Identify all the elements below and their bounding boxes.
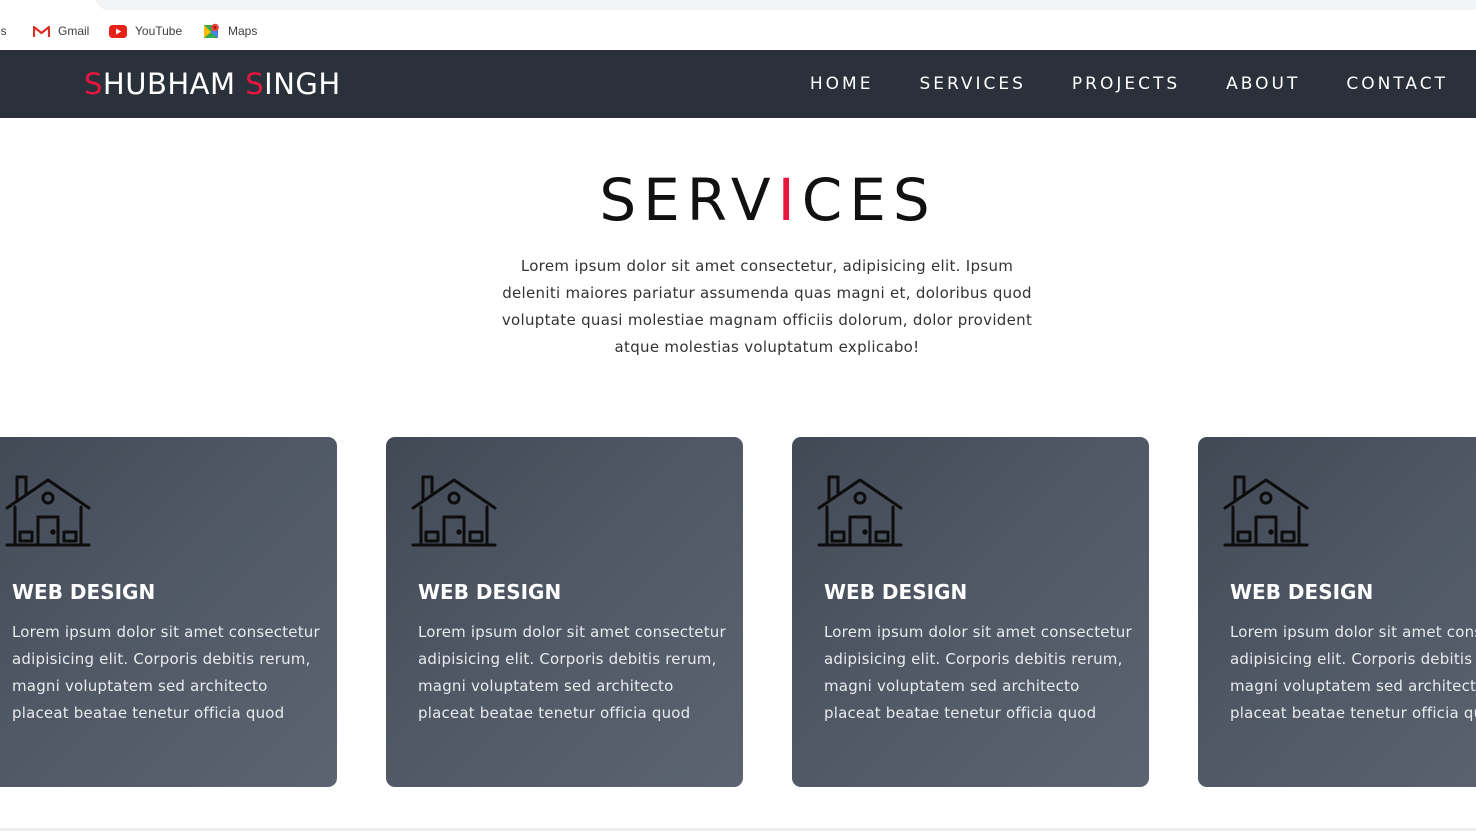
service-card[interactable]: WEB DESIGN Lorem ipsum dolor sit amet co… xyxy=(386,437,743,787)
bookmarks-bar: ps Gmail YouTube Maps xyxy=(0,12,1476,50)
house-icon xyxy=(5,475,91,547)
nav-link-services[interactable]: SERVICES xyxy=(919,74,1025,94)
bookmark-gmail-label: Gmail xyxy=(58,24,90,38)
address-bar-strip xyxy=(0,0,1476,12)
bookmark-maps[interactable]: Maps xyxy=(204,12,257,50)
services-heading-start: SERV xyxy=(599,166,778,234)
house-icon xyxy=(1223,475,1309,547)
bookmark-maps-label: Maps xyxy=(228,24,258,38)
service-card-text: Lorem ipsum dolor sit amet consectetur a… xyxy=(418,623,726,722)
nav-link-projects[interactable]: PROJECTS xyxy=(1072,74,1180,94)
logo-last-rest: INGH xyxy=(264,67,341,101)
services-heading: SERVICES xyxy=(0,160,1476,240)
service-card[interactable]: WEB DESIGN Lorem ipsum dolor sit amet co… xyxy=(1198,437,1476,787)
services-heading-end: CES xyxy=(801,166,937,234)
nav-link-about[interactable]: ABOUT xyxy=(1226,74,1300,94)
logo-last-initial: S xyxy=(245,67,265,101)
gmail-icon xyxy=(33,25,50,37)
service-card-text: Lorem ipsum dolor sit amet consectetur a… xyxy=(824,623,1132,722)
service-card-title: WEB DESIGN xyxy=(12,580,156,604)
house-icon xyxy=(411,475,497,547)
logo-first-rest: HUBHAM xyxy=(102,67,246,101)
site-logo[interactable]: SHUBHAM SINGH xyxy=(84,64,341,104)
house-icon xyxy=(817,475,903,547)
bookmark-gmail[interactable]: Gmail xyxy=(33,12,89,50)
bookmark-youtube-label: YouTube xyxy=(135,24,183,38)
maps-icon xyxy=(204,23,219,38)
services-intro: Lorem ipsum dolor sit amet consectetur, … xyxy=(501,257,1033,356)
bookmark-apps-label: ps xyxy=(0,24,7,38)
service-card-title: WEB DESIGN xyxy=(1230,580,1374,604)
page: ps Gmail YouTube Maps xyxy=(0,0,1476,831)
service-card[interactable]: WEB DESIGN Lorem ipsum dolor sit amet co… xyxy=(792,437,1149,787)
nav-link-contact[interactable]: CONTACT xyxy=(1346,74,1448,94)
bookmark-apps[interactable]: ps xyxy=(0,12,7,50)
service-card-text: Lorem ipsum dolor sit amet consectetur a… xyxy=(12,623,320,722)
service-card-title: WEB DESIGN xyxy=(418,580,562,604)
youtube-icon xyxy=(109,24,127,38)
bookmark-youtube[interactable]: YouTube xyxy=(109,12,182,50)
logo-first-initial: S xyxy=(84,67,103,101)
nav-link-home[interactable]: HOME xyxy=(810,74,874,94)
service-card[interactable]: WEB DESIGN Lorem ipsum dolor sit amet co… xyxy=(0,437,337,787)
address-bar[interactable] xyxy=(96,0,1476,10)
services-heading-accent: I xyxy=(777,166,802,234)
service-card-title: WEB DESIGN xyxy=(824,580,968,604)
service-card-text: Lorem ipsum dolor sit amet consectetur a… xyxy=(1230,623,1476,722)
main-nav: HOME SERVICES PROJECTS ABOUT CONTACT xyxy=(810,50,1448,118)
